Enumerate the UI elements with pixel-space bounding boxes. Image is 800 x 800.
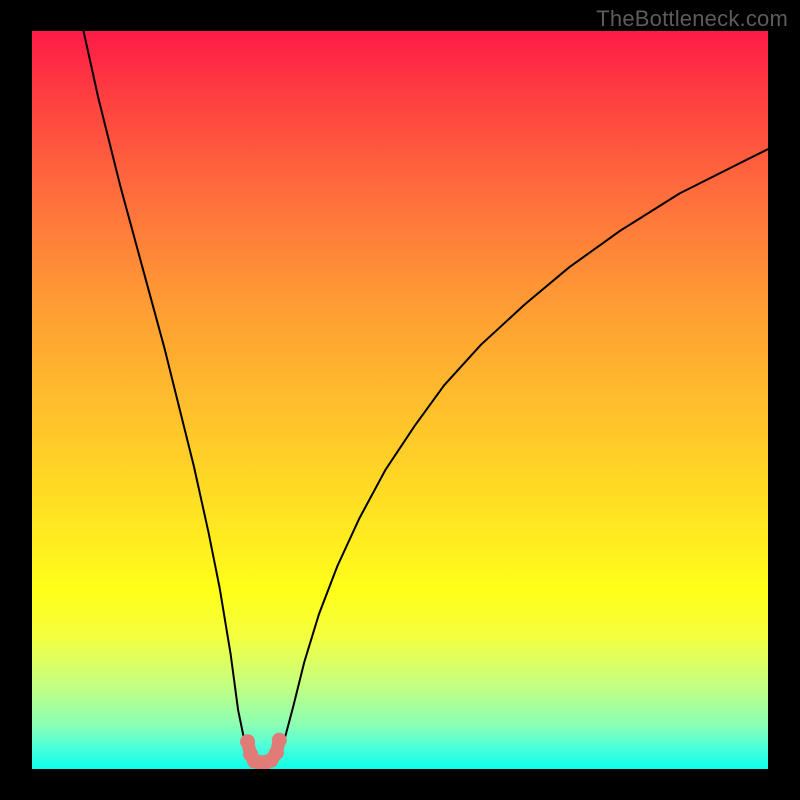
plot-area bbox=[32, 31, 768, 769]
marker-dots bbox=[240, 733, 287, 769]
watermark-text: TheBottleneck.com bbox=[596, 6, 788, 32]
chart-svg bbox=[32, 31, 768, 769]
curve-line bbox=[84, 31, 769, 763]
